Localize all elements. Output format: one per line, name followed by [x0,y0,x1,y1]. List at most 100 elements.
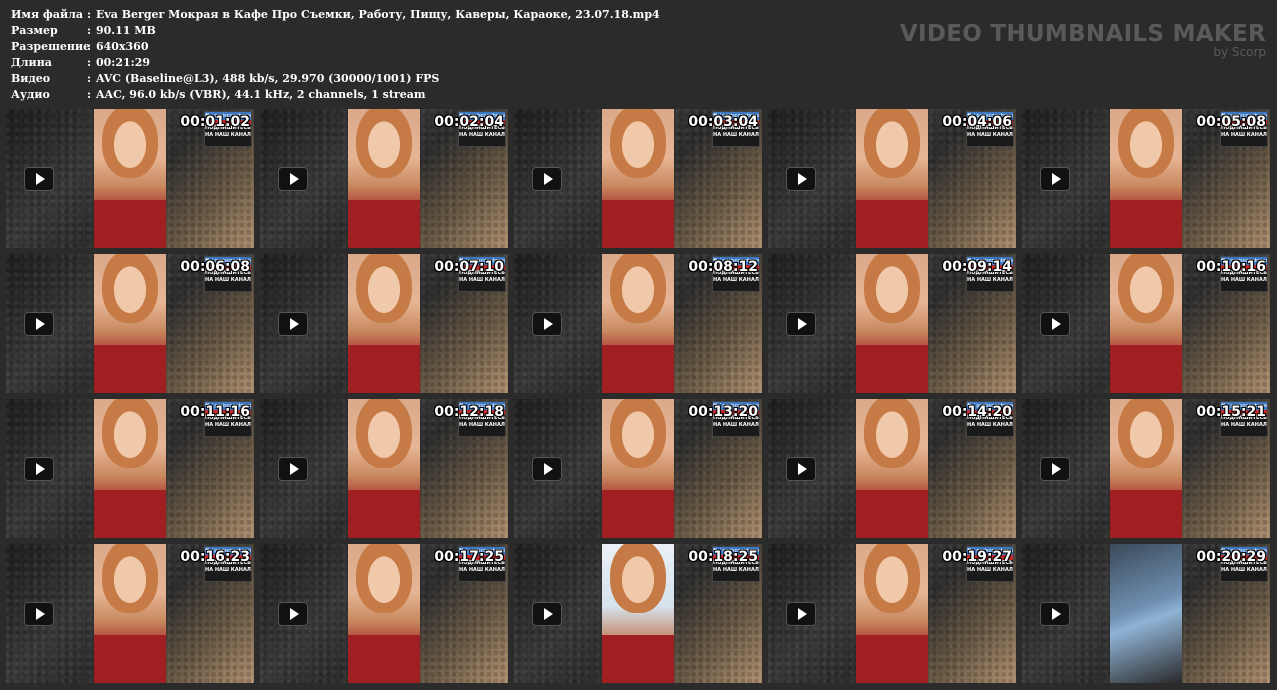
file-info-value: AAC, 96.0 kb/s (VBR), 44.1 kHz, 2 channe… [96,88,426,101]
play-logo-icon [532,312,562,336]
file-info-separator: : [87,88,92,101]
brand-title: VIDEO THUMBNAILS MAKER [899,21,1266,47]
video-frame-image [856,399,928,538]
thumbnail-tile[interactable]: ♥ / periscopebroad ПОДПИШИТЕСЬ НА НАШ КАНА… [768,544,1016,683]
thumbnail-tile[interactable]: ♥ / periscopebroad ПОДПИШИТЕСЬ НА НАШ КАНА… [260,254,508,393]
thumbnail-tile[interactable]: ♥ / periscopebroad ПОДПИШИТЕСЬ НА НАШ КАНА… [514,254,762,393]
video-frame-image [1110,544,1182,683]
badge-line-2: НА НАШ КАНАЛ [1221,277,1267,283]
play-logo-icon [278,602,308,626]
play-logo-icon [278,457,308,481]
thumbnail-sheet: Имя файла: Eva Berger Мокрая в Кафе Про С… [0,0,1277,690]
video-frame-image [602,399,674,538]
file-info-label: Видео [11,72,51,85]
video-frame-image [856,109,928,248]
file-info-separator: : [87,24,92,37]
thumbnail-timestamp: 00:08:12 [688,259,758,275]
badge-line-2: НА НАШ КАНАЛ [459,567,505,573]
play-logo-icon [24,312,54,336]
thumbnail-timestamp: 00:20:29 [1196,549,1266,565]
video-frame-image [1110,109,1182,248]
play-logo-icon [786,457,816,481]
video-frame-image [348,544,420,683]
thumbnail-tile[interactable]: ♥ / periscopebroad ПОДПИШИТЕСЬ НА НАШ КАНА… [6,254,254,393]
file-info-row: Размер:90.11 MB [11,23,660,39]
thumbnail-timestamp: 00:04:06 [942,114,1012,130]
thumbnail-timestamp: 00:17:25 [434,549,504,565]
thumbnail-tile[interactable]: ♥ / periscopebroad ПОДПИШИТЕСЬ НА НАШ КАНА… [514,544,762,683]
video-frame-image [348,254,420,393]
file-info-separator: : [87,56,92,69]
thumbnail-timestamp: 00:09:14 [942,259,1012,275]
thumbnail-tile[interactable]: ♥ / periscopebroad ПОДПИШИТЕСЬ НА НАШ КАНА… [768,254,1016,393]
brand-watermark: VIDEO THUMBNAILS MAKER by Scorp [900,22,1266,58]
file-info-value: 00:21:29 [96,56,151,69]
file-info-label: Имя файла [11,8,83,21]
play-logo-icon [1040,167,1070,191]
thumbnail-tile[interactable]: ♥ / periscopebroad ПОДПИШИТЕСЬ НА НАШ КАНА… [1022,109,1270,248]
video-frame-image [348,109,420,248]
badge-line-2: НА НАШ КАНАЛ [1221,422,1267,428]
video-frame-image [602,254,674,393]
thumbnail-timestamp: 00:14:20 [942,404,1012,420]
thumbnail-tile[interactable]: ♥ / periscopebroad ПОДПИШИТЕСЬ НА НАШ КАНА… [260,544,508,683]
video-frame-image [348,399,420,538]
badge-line-2: НА НАШ КАНАЛ [967,567,1013,573]
thumbnail-tile[interactable]: ♥ / periscopebroad ПОДПИШИТЕСЬ НА НАШ КАНА… [6,544,254,683]
thumbnail-timestamp: 00:11:16 [180,404,250,420]
play-logo-icon [1040,312,1070,336]
video-frame-image [602,544,674,683]
thumbnail-timestamp: 00:01:02 [180,114,250,130]
thumbnail-tile[interactable]: ♥ / periscopebroad ПОДПИШИТЕСЬ НА НАШ КАНА… [768,399,1016,538]
video-frame-image [94,109,166,248]
thumbnail-tile[interactable]: ♥ / periscopebroad ПОДПИШИТЕСЬ НА НАШ КАНА… [514,399,762,538]
play-logo-icon [532,602,562,626]
badge-line-2: НА НАШ КАНАЛ [967,422,1013,428]
thumbnail-timestamp: 00:12:18 [434,404,504,420]
badge-line-2: НА НАШ КАНАЛ [459,132,505,138]
badge-line-2: НА НАШ КАНАЛ [713,567,759,573]
thumbnail-tile[interactable]: ♥ / periscopebroad ПОДПИШИТЕСЬ НА НАШ КАНА… [260,399,508,538]
thumbnail-tile[interactable]: ♥ / periscopebroad ПОДПИШИТЕСЬ НА НАШ КАНА… [6,399,254,538]
badge-line-2: НА НАШ КАНАЛ [967,132,1013,138]
thumbnail-tile[interactable]: ♥ / periscopebroad ПОДПИШИТЕСЬ НА НАШ КАНА… [768,109,1016,248]
thumbnail-timestamp: 00:19:27 [942,549,1012,565]
thumbnail-timestamp: 00:06:08 [180,259,250,275]
thumbnail-timestamp: 00:15:21 [1196,404,1266,420]
thumbnail-tile[interactable]: ♥ / periscopebroad ПОДПИШИТЕСЬ НА НАШ КАНА… [1022,544,1270,683]
file-info-separator: : [87,8,92,21]
play-logo-icon [24,457,54,481]
thumbnail-timestamp: 00:10:16 [1196,259,1266,275]
thumbnail-timestamp: 00:07:10 [434,259,504,275]
thumbnail-tile[interactable]: ♥ / periscopebroad ПОДПИШИТЕСЬ НА НАШ КАНА… [1022,254,1270,393]
file-info-separator: : [87,40,92,53]
thumbnail-tile[interactable]: ♥ / periscopebroad ПОДПИШИТЕСЬ НА НАШ КАНА… [1022,399,1270,538]
badge-line-2: НА НАШ КАНАЛ [205,567,251,573]
thumbnail-timestamp: 00:03:04 [688,114,758,130]
file-info-label: Разрешение [11,40,91,53]
play-logo-icon [532,457,562,481]
thumbnail-tile[interactable]: ♥ / periscopebroad ПОДПИШИТЕСЬ НА НАШ КАНА… [6,109,254,248]
thumbnail-tile[interactable]: ♥ / periscopebroad ПОДПИШИТЕСЬ НА НАШ КАНА… [260,109,508,248]
badge-line-2: НА НАШ КАНАЛ [1221,132,1267,138]
file-info-value: Eva Berger Мокрая в Кафе Про Съемки, Раб… [96,8,660,21]
play-logo-icon [24,602,54,626]
file-info-value: 90.11 MB [96,24,156,37]
badge-line-2: НА НАШ КАНАЛ [205,277,251,283]
play-logo-icon [786,602,816,626]
file-info: Имя файла: Eva Berger Мокрая в Кафе Про С… [11,7,660,103]
thumbnail-timestamp: 00:05:08 [1196,114,1266,130]
badge-line-2: НА НАШ КАНАЛ [967,277,1013,283]
file-info-row: Имя файла: Eva Berger Мокрая в Кафе Про С… [11,7,660,23]
file-info-row: Видео: AVC (Baseline@L3), 488 kb/s, 29.97… [11,71,660,87]
video-frame-image [1110,399,1182,538]
thumbnail-tile[interactable]: ♥ / periscopebroad ПОДПИШИТЕСЬ НА НАШ КАНА… [514,109,762,248]
badge-line-2: НА НАШ КАНАЛ [205,422,251,428]
video-frame-image [856,544,928,683]
thumbnail-timestamp: 00:13:20 [688,404,758,420]
badge-line-2: НА НАШ КАНАЛ [459,422,505,428]
video-frame-image [94,399,166,538]
file-info-value: 640x360 [96,40,149,53]
file-info-row: Разрешение: 640x360 [11,39,660,55]
play-logo-icon [278,312,308,336]
